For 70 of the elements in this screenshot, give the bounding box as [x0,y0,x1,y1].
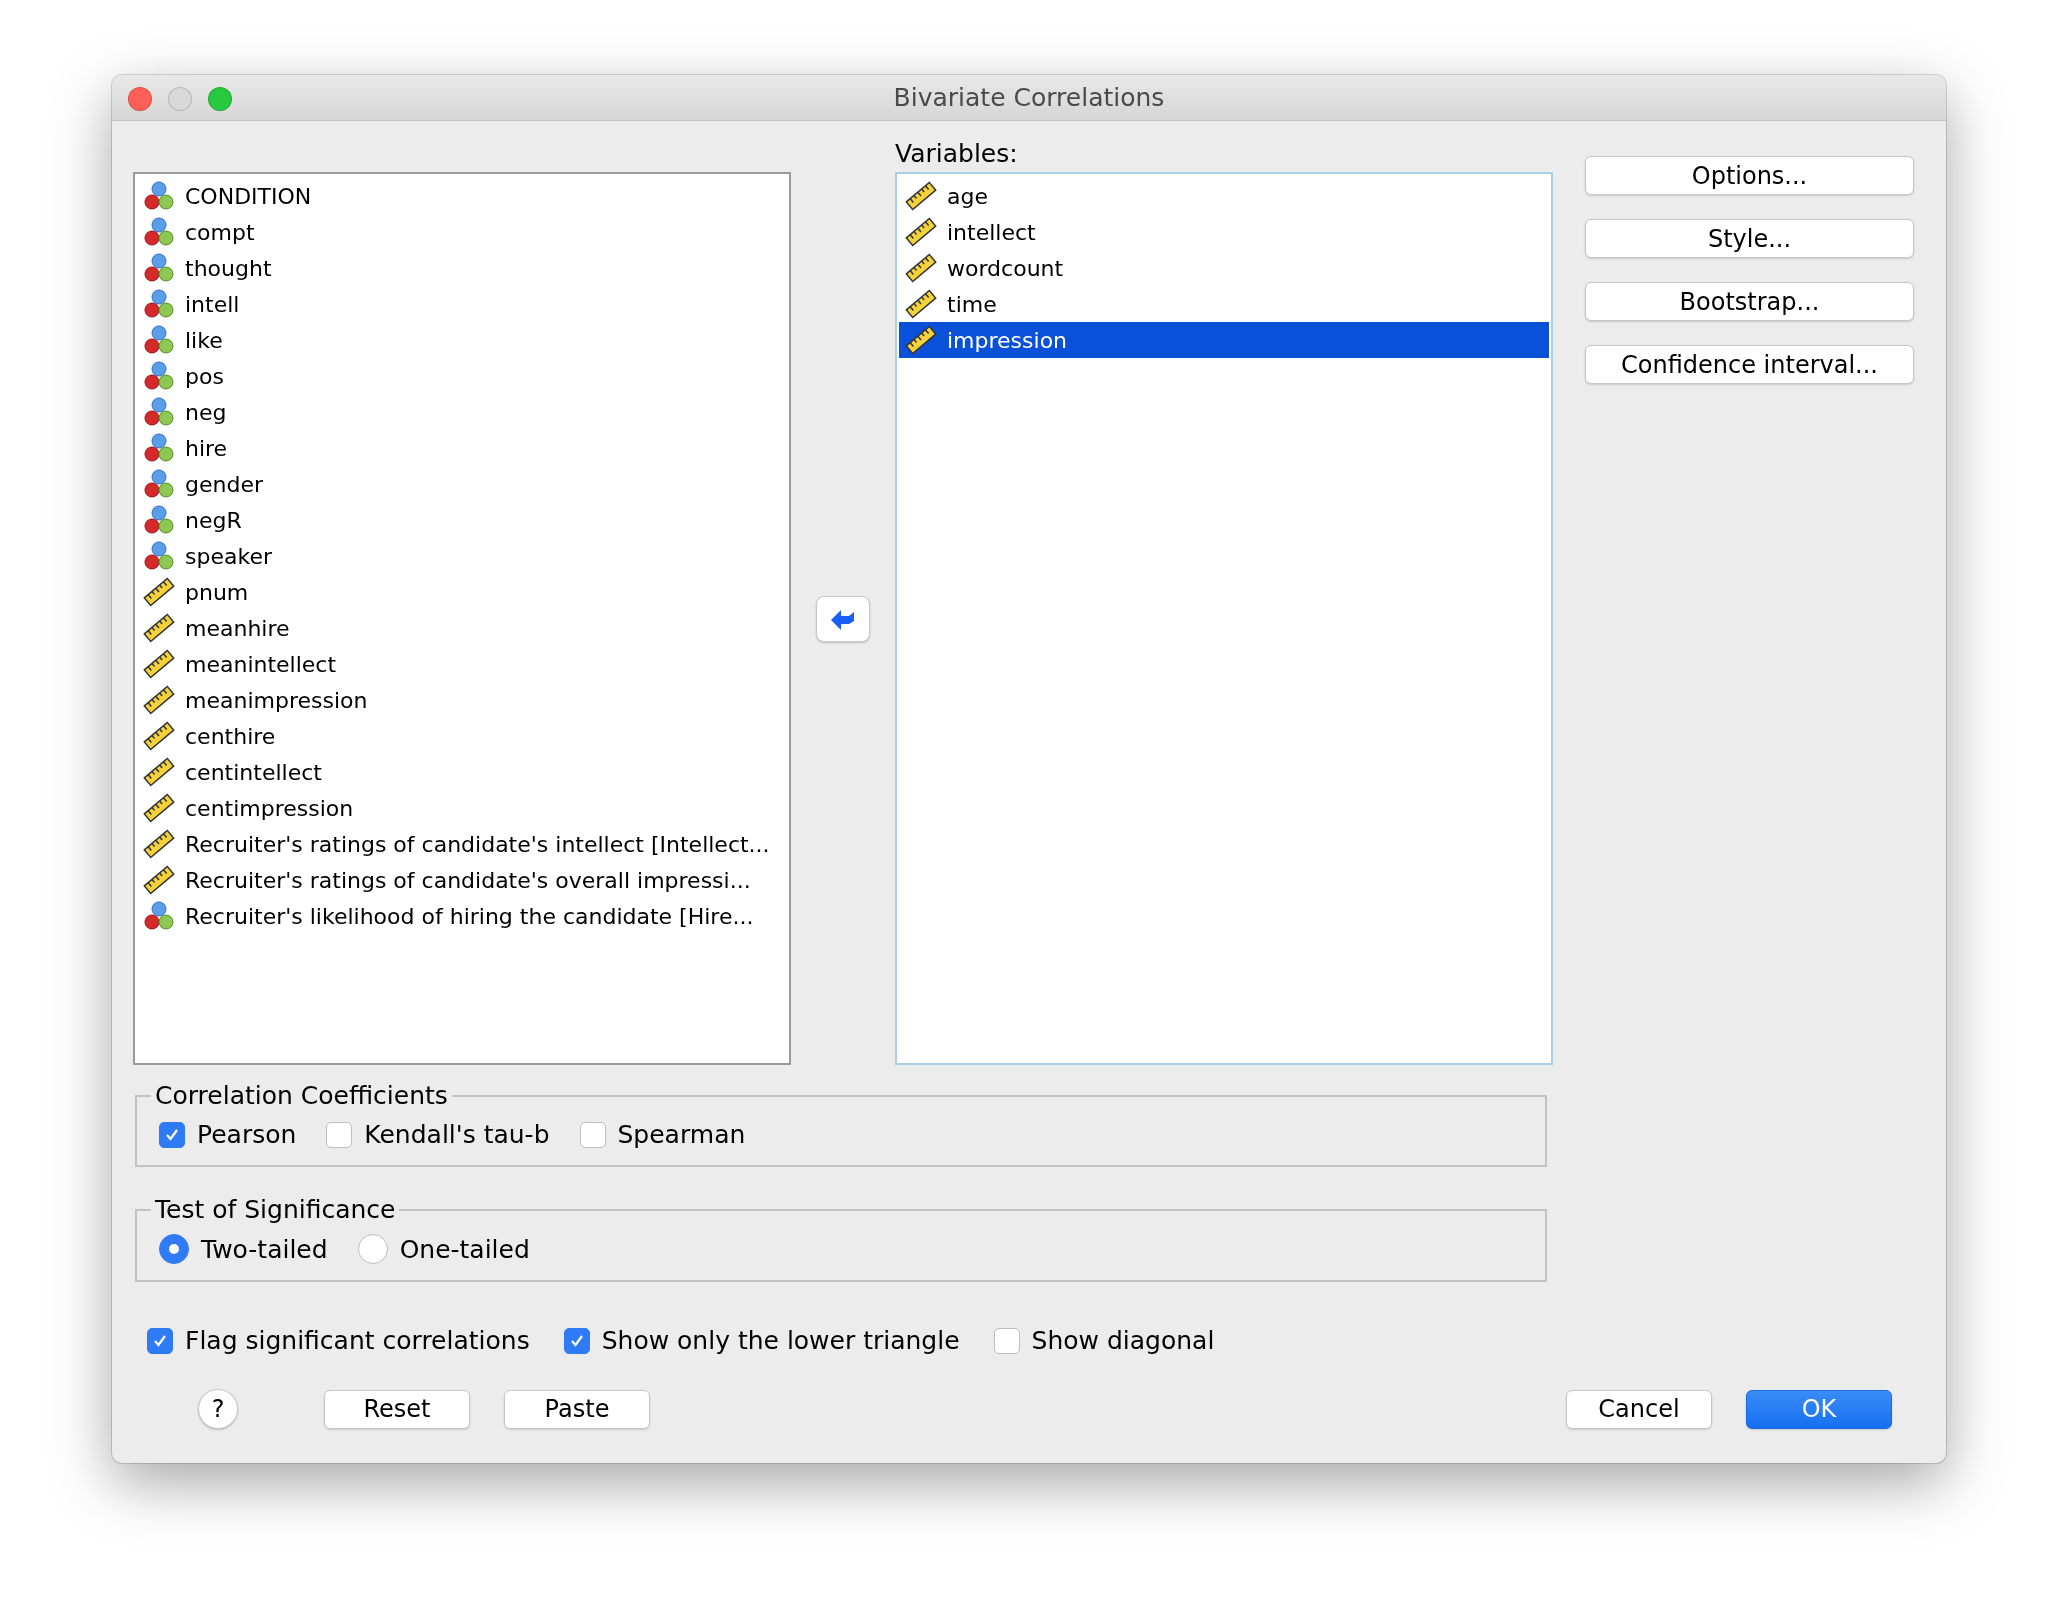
group-title: Correlation Coefficients [154,1081,449,1110]
variable-item[interactable]: time [899,286,1549,322]
variable-item[interactable]: impression [899,322,1549,358]
variable-item[interactable]: meanimpression [137,682,787,718]
nominal-variable-icon [143,504,175,536]
checkbox-label: Kendall's tau-b [364,1120,550,1149]
variable-item[interactable]: intellect [899,214,1549,250]
ok-button[interactable]: OK [1746,1389,1892,1429]
dialog-button[interactable]: Confidence interval... [1585,345,1914,384]
help-button[interactable]: ? [198,1389,238,1429]
checkbox[interactable] [159,1121,185,1148]
variable-item[interactable]: thought [137,250,787,286]
nominal-variable-icon [143,432,175,464]
variable-item[interactable]: centintellect [137,754,787,790]
variable-item[interactable]: negR [137,502,787,538]
nominal-variable-icon [143,396,175,428]
checkbox-label: Show diagonal [1031,1326,1215,1355]
variable-item[interactable]: Recruiter's ratings of candidate's intellect [Intellect... [137,826,787,862]
variable-item[interactable]: compt [137,214,787,250]
zoom-button[interactable] [208,87,232,111]
nominal-variable-icon [143,216,175,248]
variable-item[interactable]: neg [137,394,787,430]
variable-item[interactable]: centhire [137,718,787,754]
radio-button[interactable] [357,1234,388,1264]
dialog-button[interactable]: Options... [1585,156,1914,195]
group-title: Test of Significance [154,1195,397,1224]
checkbox-label: Flag significant correlations [185,1326,530,1355]
variable-item[interactable]: pnum [137,574,787,610]
dialog-button[interactable]: Bootstrap... [1585,282,1914,321]
variable-item[interactable]: age [899,178,1549,214]
close-button[interactable] [128,87,152,111]
variable-item[interactable]: wordcount [899,250,1549,286]
variable-item[interactable]: centimpression [137,790,787,826]
checkbox-label: Show only the lower triangle [601,1326,960,1355]
checkbox-label: Pearson [197,1120,297,1149]
variable-item[interactable]: meanintellect [137,646,787,682]
radio-label: Two-tailed [201,1234,328,1264]
checkbox[interactable] [579,1121,606,1148]
variable-item[interactable]: speaker [137,538,787,574]
nominal-variable-icon [143,360,175,392]
dialog-button[interactable]: Style... [1585,219,1914,258]
variable-item[interactable]: meanhire [137,610,787,646]
window-title: Bivariate Correlations [893,83,1165,112]
variable-item[interactable]: pos [137,358,787,394]
checkbox-label: Spearman [617,1120,746,1149]
nominal-variable-icon [143,252,175,284]
variable-item[interactable]: like [137,322,787,358]
dialog-button[interactable]: Reset [324,1389,470,1429]
radio-label: One-tailed [399,1234,530,1264]
checkbox[interactable] [326,1121,353,1148]
dialog-button[interactable]: Paste [504,1389,650,1429]
nominal-variable-icon [143,540,175,572]
variable-item[interactable]: intell [137,286,787,322]
nominal-variable-icon [143,288,175,320]
nominal-variable-icon [143,180,175,212]
variable-item[interactable]: CONDITION [137,178,787,214]
nominal-variable-icon [143,468,175,500]
variable-item[interactable]: Recruiter's ratings of candidate's overall impressi... [137,862,787,898]
checkbox[interactable] [147,1327,173,1354]
nominal-variable-icon [143,900,175,932]
variable-item[interactable]: hire [137,430,787,466]
variables-label: Variables: [895,138,1019,170]
radio-button[interactable] [159,1234,189,1264]
variable-item[interactable]: gender [137,466,787,502]
nominal-variable-icon [143,324,175,356]
checkbox[interactable] [563,1327,590,1354]
cancel-button[interactable]: Cancel [1566,1389,1712,1429]
checkbox[interactable] [993,1327,1020,1354]
move-button[interactable] [816,595,870,642]
variable-item[interactable]: Recruiter's likelihood of hiring the candidate [Hire... [137,898,787,934]
